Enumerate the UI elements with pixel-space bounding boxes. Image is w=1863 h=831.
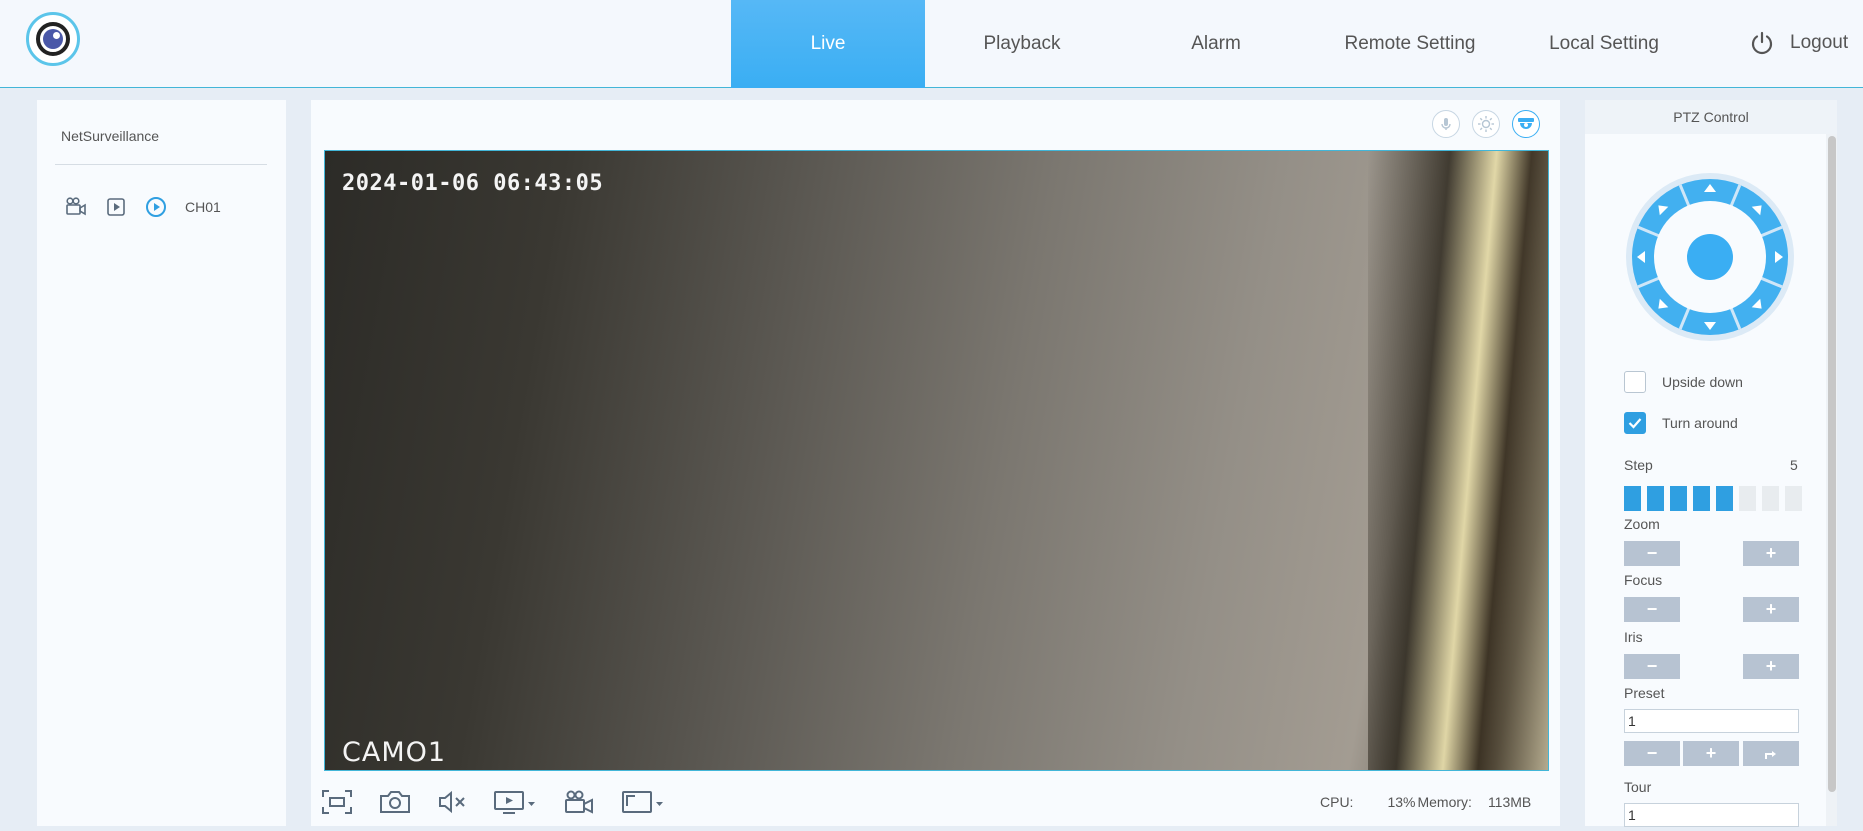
video-frame-content	[1368, 151, 1548, 770]
ptz-direction-wheel[interactable]	[1625, 172, 1795, 342]
tab-live[interactable]: Live	[731, 0, 925, 88]
focus-label: Focus	[1624, 572, 1663, 588]
video-record-icon	[565, 790, 593, 814]
camera-icon	[380, 791, 410, 813]
tab-local-setting[interactable]: Local Setting	[1507, 0, 1701, 88]
memory-value: 113MB	[1487, 794, 1532, 810]
zoom-in-button[interactable]: +	[1743, 541, 1799, 566]
tab-alarm[interactable]: Alarm	[1119, 0, 1313, 88]
device-panel: NetSurveillance CH01	[37, 100, 286, 826]
record-button[interactable]	[563, 787, 595, 817]
checkmark-icon	[1628, 418, 1642, 429]
tour-input[interactable]: 1	[1624, 803, 1799, 827]
step-segment[interactable]	[1739, 486, 1756, 511]
divider	[55, 164, 267, 165]
step-label: Step	[1624, 457, 1653, 473]
tour-label: Tour	[1624, 779, 1652, 795]
live-view-panel: 2024-01-06 06:43:05 CAMO1 CPU: 13% Memor…	[311, 100, 1560, 826]
microphone-icon[interactable]	[1432, 110, 1460, 138]
preset-input[interactable]: 1	[1624, 709, 1799, 733]
snapshot-button[interactable]	[379, 787, 411, 817]
focus-plus-button[interactable]: +	[1743, 597, 1799, 622]
cpu-value: 13%	[1387, 794, 1416, 810]
channel-row[interactable]: CH01	[65, 196, 221, 218]
stream-select-button[interactable]	[493, 787, 537, 817]
step-value: 5	[1790, 457, 1798, 473]
live-video-feed[interactable]: 2024-01-06 06:43:05 CAMO1	[324, 150, 1549, 771]
playback-icon[interactable]	[105, 196, 127, 218]
step-segment[interactable]	[1670, 486, 1687, 511]
ptz-panel: PTZ Control Upside down Turn around Step…	[1585, 100, 1837, 827]
step-segment[interactable]	[1785, 486, 1802, 511]
power-icon	[1751, 31, 1773, 55]
brightness-icon[interactable]	[1472, 110, 1500, 138]
step-segment[interactable]	[1624, 486, 1641, 511]
app-logo-eye-icon	[26, 12, 80, 66]
play-circle-icon[interactable]	[145, 196, 167, 218]
record-camera-icon[interactable]	[65, 196, 87, 218]
step-segment[interactable]	[1693, 486, 1710, 511]
mute-button[interactable]	[437, 787, 467, 817]
iris-label: Iris	[1624, 629, 1643, 645]
goto-preset-icon	[1765, 750, 1776, 759]
ptz-dome-camera-icon[interactable]	[1512, 110, 1540, 138]
tab-remote-setting[interactable]: Remote Setting	[1313, 0, 1507, 88]
zoom-out-button[interactable]: −	[1624, 541, 1680, 566]
top-header: Live Playback Alarm Remote Setting Local…	[0, 0, 1863, 88]
iris-plus-button[interactable]: +	[1743, 654, 1799, 679]
video-camera-name: CAMO1	[342, 737, 447, 768]
cpu-label: CPU:	[1320, 794, 1354, 810]
fit-window-icon	[322, 790, 352, 814]
step-segment[interactable]	[1762, 486, 1779, 511]
memory-label: Memory:	[1417, 794, 1472, 810]
preset-add-button[interactable]: +	[1683, 741, 1739, 766]
ptz-title: PTZ Control	[1585, 100, 1837, 134]
speaker-muted-icon	[439, 790, 465, 814]
monitor-dropdown-icon	[494, 791, 535, 814]
preset-goto-button[interactable]	[1743, 741, 1799, 766]
step-slider[interactable]	[1624, 486, 1808, 511]
step-segment[interactable]	[1716, 486, 1733, 511]
logout-button[interactable]: Logout	[1750, 26, 1848, 60]
upside-down-option[interactable]: Upside down	[1624, 371, 1743, 393]
channel-label[interactable]: CH01	[185, 199, 221, 215]
logout-label: Logout	[1790, 32, 1849, 53]
upside-down-label: Upside down	[1662, 374, 1743, 390]
step-segment[interactable]	[1647, 486, 1664, 511]
tab-playback[interactable]: Playback	[925, 0, 1119, 88]
video-toolbar	[321, 787, 691, 817]
main-nav: Live Playback Alarm Remote Setting Local…	[731, 0, 1701, 88]
device-tree-title: NetSurveillance	[61, 128, 160, 144]
turn-around-label: Turn around	[1662, 415, 1738, 431]
iris-minus-button[interactable]: −	[1624, 654, 1680, 679]
preset-label: Preset	[1624, 685, 1665, 701]
fit-window-button[interactable]	[321, 787, 353, 817]
aspect-ratio-button[interactable]	[621, 787, 665, 817]
turn-around-option[interactable]: Turn around	[1624, 412, 1738, 434]
focus-minus-button[interactable]: −	[1624, 597, 1680, 622]
aspect-ratio-dropdown-icon	[622, 791, 663, 813]
video-top-controls	[1432, 110, 1552, 138]
ptz-scrollbar[interactable]	[1826, 134, 1837, 826]
preset-remove-button[interactable]: −	[1624, 741, 1680, 766]
system-stats: CPU: 13% Memory: 113MB	[1320, 794, 1539, 810]
video-timestamp: 2024-01-06 06:43:05	[342, 171, 604, 196]
turn-around-checkbox[interactable]	[1624, 412, 1646, 434]
zoom-label: Zoom	[1624, 516, 1660, 532]
upside-down-checkbox[interactable]	[1624, 371, 1646, 393]
